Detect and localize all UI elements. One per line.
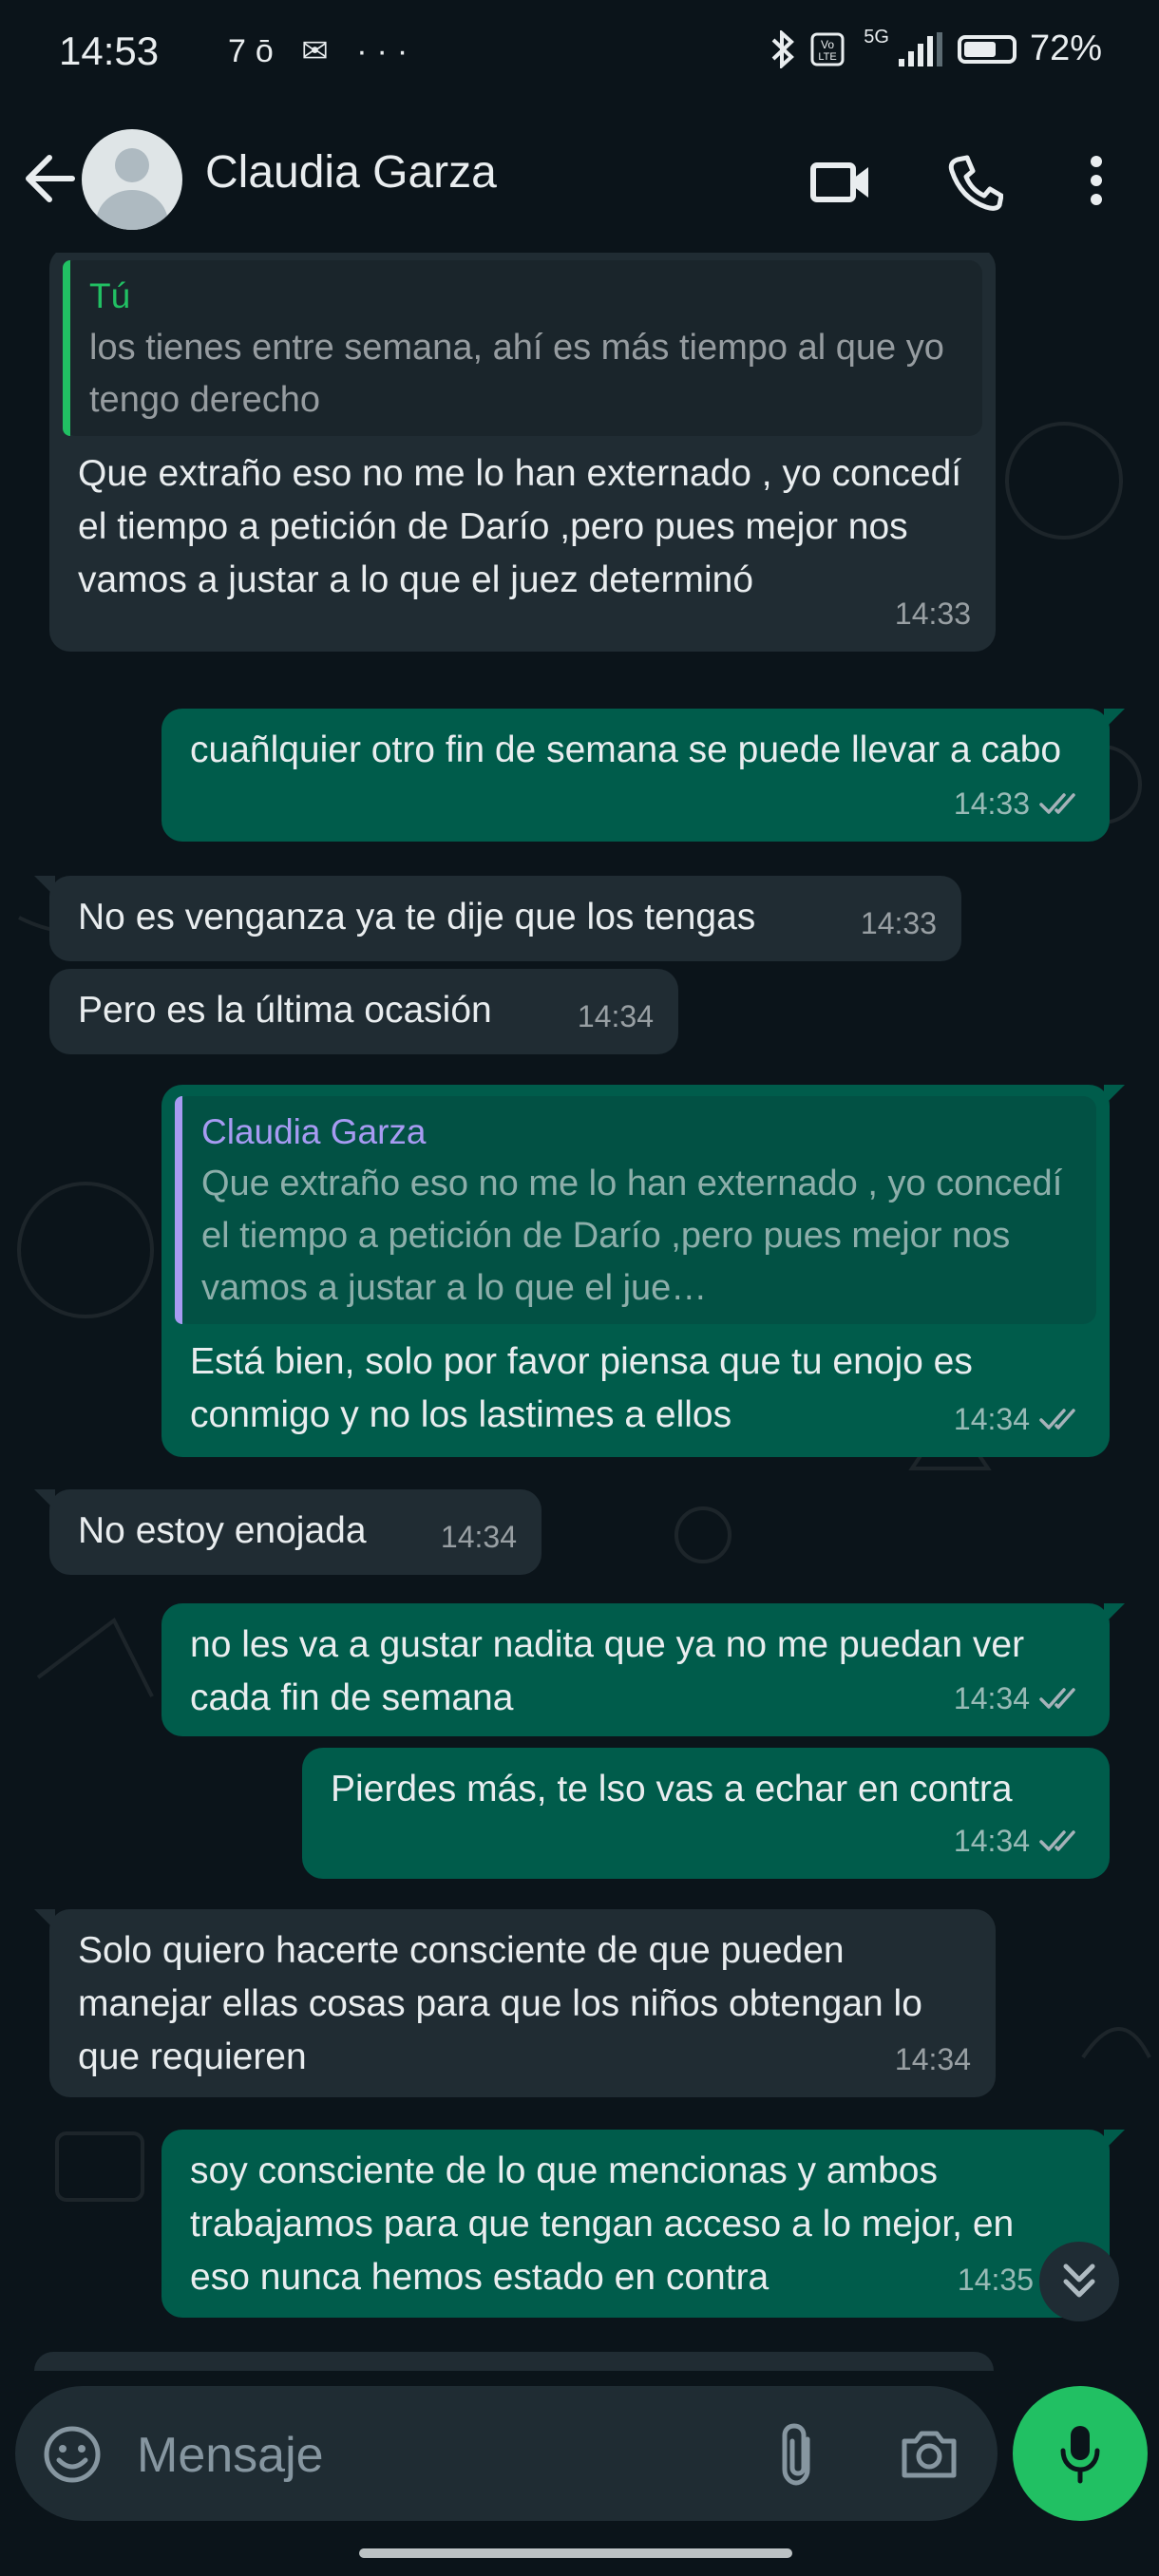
bubble-tail <box>1104 2130 1125 2150</box>
bubble-tail <box>34 1489 55 1510</box>
message-bubble-out[interactable]: soy consciente de lo que mencionas y amb… <box>162 2130 1125 2318</box>
message-bubble-in[interactable]: No estoy enojada 14:34 <box>34 1489 542 1575</box>
double-chevron-down-icon <box>1063 2263 1095 2298</box>
message-meta: 14:35 <box>958 2253 1034 2306</box>
read-ticks-icon <box>1039 1688 1075 1709</box>
message-text: soy consciente de lo que mencionas y amb… <box>190 2150 1015 2298</box>
mic-icon <box>1060 2426 1100 2484</box>
emoji-icon[interactable] <box>42 2424 103 2485</box>
camera-icon[interactable] <box>899 2426 960 2483</box>
back-arrow-icon[interactable] <box>23 150 76 207</box>
message-time: 14:34 <box>953 1824 1030 1858</box>
message-bubble-in[interactable]: Tú los tienes entre semana, ahí es más t… <box>49 253 996 652</box>
message-bubble-out[interactable]: no les va a gustar nadita que ya no me p… <box>162 1603 1125 1736</box>
more-options-icon[interactable] <box>1085 148 1108 215</box>
message-time: 14:34 <box>894 2042 971 2076</box>
contact-name[interactable]: Claudia Garza <box>205 146 497 199</box>
message-time: 14:33 <box>953 786 1030 821</box>
notification-icons: 7ō ✉ ··· <box>228 33 418 69</box>
message-meta: 14:33 <box>895 587 971 640</box>
bubble-tail <box>34 876 55 897</box>
message-text: Pero es la última ocasión <box>78 990 492 1031</box>
message-bubble-out[interactable]: cuañlquier otro fin de semana se puede l… <box>162 709 1125 842</box>
avatar-head <box>115 148 149 182</box>
network-type: 5G <box>864 27 889 47</box>
bubble-tail <box>1104 1085 1125 1106</box>
chat-header: Claudia Garza <box>0 110 1159 253</box>
quote-bar <box>175 1096 182 1324</box>
quote-text: Que extraño eso no me lo han externado ,… <box>201 1164 1063 1308</box>
svg-text:LTE: LTE <box>819 51 837 63</box>
message-text: Que extraño eso no me lo han externado ,… <box>78 453 962 600</box>
quote-author: Claudia Garza <box>201 1112 427 1151</box>
bubble-tail <box>34 1909 55 1930</box>
message-text: cuañlquier otro fin de semana se puede l… <box>190 729 1062 770</box>
message-meta: 14:33 <box>954 777 1085 830</box>
voice-message-button[interactable] <box>1013 2386 1148 2521</box>
bubble-tail <box>1104 709 1125 729</box>
message-text: Está bien, solo por favor piensa que tu … <box>190 1341 973 1435</box>
message-meta: 14:34 <box>441 1510 517 1563</box>
message-time: 14:34 <box>953 1402 1030 1436</box>
message-bubble-out[interactable]: Claudia Garza Que extraño eso no me lo h… <box>162 1085 1125 1457</box>
signal-icon <box>898 31 942 66</box>
status-bar: 14:53 7ō ✉ ··· Vo LTE 5G 72% <box>0 0 1159 110</box>
message-input[interactable] <box>135 2426 766 2485</box>
message-meta: 14:34 <box>954 1814 1085 1867</box>
battery-icon <box>957 34 1016 64</box>
avatar-body <box>96 190 168 230</box>
message-bubble-in[interactable]: Pero es la última ocasión 14:34 <box>49 969 678 1054</box>
message-meta: 14:34 <box>954 1392 1085 1446</box>
message-text: No es venganza ya te dije que los tengas <box>78 897 756 938</box>
message-meta: 14:33 <box>861 897 937 950</box>
message-time: 14:34 <box>440 1520 517 1554</box>
volte-icon: VoLTE <box>810 32 845 66</box>
message-time: 14:34 <box>953 1681 1030 1715</box>
quoted-message[interactable]: Claudia Garza Que extraño eso no me lo h… <box>175 1096 1096 1324</box>
status-right: Vo LTE 5G 72% <box>769 27 1102 69</box>
message-time: 14:35 <box>957 2263 1034 2297</box>
message-meta: 14:34 <box>895 2033 971 2086</box>
quote-author: Tú <box>89 276 131 315</box>
svg-text:Vo: Vo <box>821 38 834 51</box>
message-time: 14:34 <box>577 999 654 1033</box>
read-ticks-icon <box>1039 1409 1075 1430</box>
quote-text: los tienes entre semana, ahí es más tiem… <box>89 328 944 420</box>
read-ticks-icon <box>1039 793 1075 814</box>
voice-call-icon[interactable] <box>946 148 1003 215</box>
message-text: Solo quiero hacerte consciente de que pu… <box>78 1930 922 2077</box>
avatar[interactable] <box>82 129 182 230</box>
message-bubble-in[interactable]: No es venganza ya te dije que los tengas… <box>34 876 961 961</box>
bluetooth-icon <box>771 29 795 68</box>
quoted-message[interactable]: Tú los tienes entre semana, ahí es más t… <box>63 260 982 436</box>
message-meta: 14:34 <box>578 990 654 1043</box>
message-time: 14:33 <box>894 597 971 631</box>
message-text: Pierdes más, te lso vas a echar en contr… <box>331 1769 1013 1809</box>
home-indicator[interactable] <box>359 2548 792 2558</box>
message-meta: 14:34 <box>954 1672 1085 1725</box>
quote-bar <box>63 260 70 436</box>
message-text: no les va a gustar nadita que ya no me p… <box>190 1624 1025 1718</box>
message-bubble-out[interactable]: Pierdes más, te lso vas a echar en contr… <box>302 1748 1110 1879</box>
read-ticks-icon <box>1039 1830 1075 1851</box>
bubble-tail <box>1104 1603 1125 1624</box>
message-time: 14:33 <box>860 906 937 940</box>
battery-percent: 72% <box>1029 28 1102 68</box>
message-bubble-partial <box>34 2352 994 2371</box>
message-composer <box>15 2386 998 2521</box>
message-bubble-in[interactable]: Solo quiero hacerte consciente de que pu… <box>34 1909 996 2097</box>
status-time: 14:53 <box>59 28 160 73</box>
attach-icon[interactable] <box>775 2420 821 2489</box>
video-call-icon[interactable] <box>809 148 872 215</box>
chat-area[interactable]: Tú los tienes entre semana, ahí es más t… <box>0 253 1159 2371</box>
scroll-to-bottom-button[interactable] <box>1039 2242 1119 2321</box>
